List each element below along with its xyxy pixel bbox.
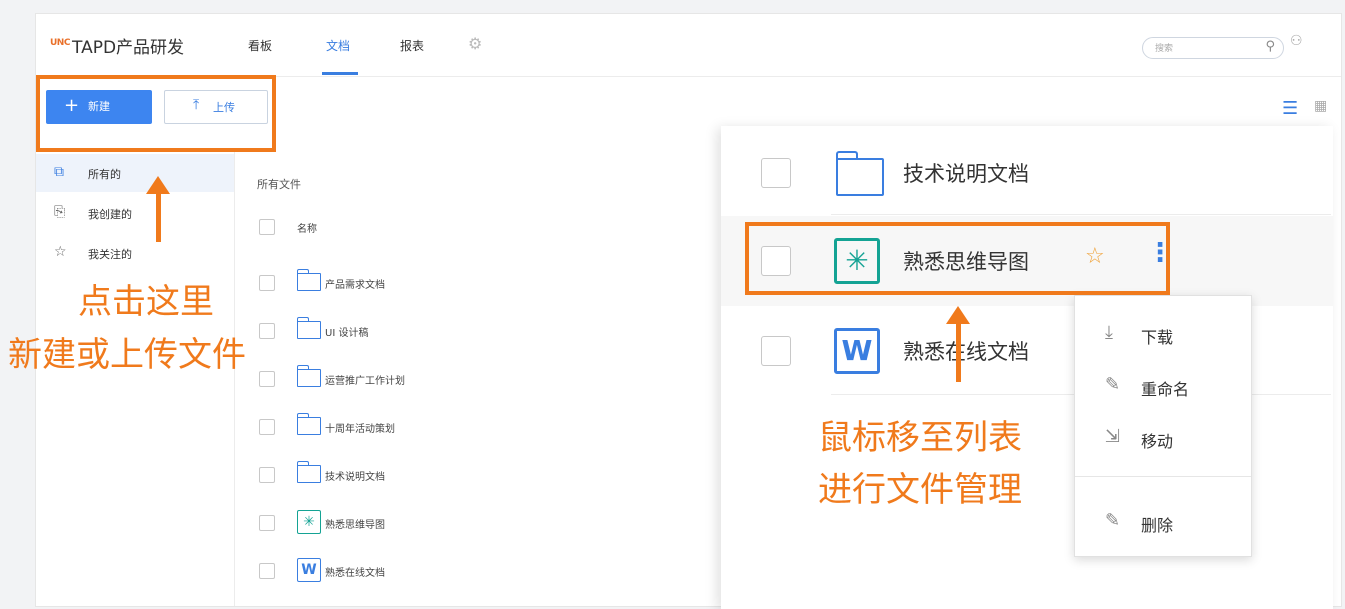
top-bar: UNC TAPD产品研发 看板 文档 报表 ⚙ 搜索 ⚲ ⚇	[36, 14, 1341, 77]
tab-board[interactable]: 看板	[248, 37, 272, 54]
mindmap-icon: ✳	[297, 510, 321, 534]
file-name[interactable]: 熟悉在线文档	[325, 564, 385, 579]
row-checkbox[interactable]	[259, 467, 275, 483]
row-checkbox[interactable]	[259, 275, 275, 291]
arrow-shaft	[956, 322, 961, 382]
folder-icon	[296, 365, 321, 387]
search-icon[interactable]: ⚲	[1265, 39, 1275, 54]
menu-divider	[1075, 476, 1251, 477]
menu-item-rename[interactable]: ✎ 重命名	[1075, 366, 1251, 406]
active-tab-indicator	[322, 72, 358, 75]
menu-item-label: 移动	[1141, 432, 1174, 451]
highlight-new-upload	[36, 75, 276, 152]
sidebar: ⧉ 所有的 ⎘ 我创建的 ☆ 我关注的	[36, 152, 235, 606]
file-name[interactable]: 产品需求文档	[325, 276, 385, 291]
sidebar-item-label: 我创建的	[88, 208, 132, 221]
sidebar-item-label: 我关注的	[88, 248, 132, 261]
column-header-name[interactable]: 名称	[297, 220, 317, 235]
sidebar-item-created[interactable]: ⎘ 我创建的	[36, 194, 234, 232]
download-icon: ⤓	[1105, 322, 1113, 343]
file-name[interactable]: 熟悉思维导图	[325, 516, 385, 531]
project-title[interactable]: TAPD产品研发	[72, 33, 184, 58]
gear-icon[interactable]: ⚙	[468, 34, 482, 53]
table-row[interactable]: UI 设计稿	[235, 306, 735, 354]
word-doc-icon: W	[297, 558, 321, 582]
create-doc-icon: ⎘	[54, 204, 66, 220]
menu-item-label: 下载	[1141, 328, 1174, 347]
highlight-hover-row	[745, 222, 1170, 295]
list-item[interactable]: 技术说明文档	[721, 126, 1333, 216]
sidebar-item-followed[interactable]: ☆ 我关注的	[36, 234, 234, 272]
edit-icon: ✎	[1105, 374, 1121, 395]
star-icon: ☆	[54, 244, 67, 260]
folder-icon	[296, 269, 321, 291]
file-name[interactable]: 运营推广工作计划	[325, 372, 405, 387]
row-checkbox[interactable]	[259, 563, 275, 579]
row-checkbox[interactable]	[259, 323, 275, 339]
file-name[interactable]: 十周年活动策划	[325, 420, 395, 435]
row-checkbox[interactable]	[761, 336, 791, 366]
select-all-checkbox[interactable]	[259, 219, 275, 235]
folder-icon	[296, 413, 321, 435]
annotation-hover-list: 鼠标移至列表	[818, 418, 1022, 458]
sidebar-item-all[interactable]: ⧉ 所有的	[36, 154, 234, 192]
row-checkbox[interactable]	[259, 515, 275, 531]
annotation-click-here: 点击这里	[78, 282, 214, 322]
table-row[interactable]: 运营推广工作计划	[235, 354, 735, 402]
file-name[interactable]: UI 设计稿	[325, 324, 368, 339]
row-checkbox[interactable]	[259, 371, 275, 387]
table-row[interactable]: ✳ 熟悉思维导图	[235, 498, 735, 546]
table-row[interactable]: 技术说明文档	[235, 450, 735, 498]
menu-item-delete[interactable]: ✎ 删除	[1075, 502, 1251, 542]
row-checkbox[interactable]	[259, 419, 275, 435]
tab-reports[interactable]: 报表	[400, 37, 424, 54]
logo-badge: UNC	[50, 38, 70, 48]
table-row[interactable]: 产品需求文档	[235, 258, 735, 306]
context-menu: ⤓ 下载 ✎ 重命名 ⇲ 移动 ✎ 删除	[1074, 295, 1252, 557]
file-name[interactable]: 技术说明文档	[325, 468, 385, 483]
row-divider	[831, 214, 1331, 215]
menu-item-label: 重命名	[1141, 380, 1190, 399]
menu-item-move[interactable]: ⇲ 移动	[1075, 418, 1251, 458]
table-header: 名称	[235, 202, 735, 250]
arrow-shaft	[156, 192, 161, 242]
table-row[interactable]: 十周年活动策划	[235, 402, 735, 450]
list-view-icon[interactable]: ☰	[1282, 98, 1298, 119]
annotation-manage-files: 进行文件管理	[818, 470, 1022, 510]
tab-documents[interactable]: 文档	[326, 37, 350, 54]
annotation-new-or-upload: 新建或上传文件	[8, 335, 246, 375]
menu-item-download[interactable]: ⤓ 下载	[1075, 314, 1251, 354]
search-placeholder: 搜索	[1155, 44, 1174, 54]
file-name[interactable]: 技术说明文档	[903, 158, 1029, 188]
folder-icon	[296, 317, 321, 339]
delete-icon: ✎	[1105, 510, 1121, 531]
file-name[interactable]: 熟悉在线文档	[903, 336, 1029, 366]
user-icon[interactable]: ⚇	[1290, 33, 1303, 49]
folder-icon	[296, 461, 321, 483]
table-row[interactable]: W 熟悉在线文档	[235, 546, 735, 594]
menu-item-label: 删除	[1141, 516, 1174, 535]
search-input[interactable]: 搜索 ⚲	[1142, 37, 1284, 59]
breadcrumb[interactable]: 所有文件	[257, 176, 301, 192]
document-stack-icon: ⧉	[54, 164, 64, 180]
folder-icon	[835, 151, 884, 196]
move-icon: ⇲	[1105, 426, 1121, 447]
sidebar-item-label: 所有的	[88, 168, 121, 181]
word-doc-icon: W	[834, 328, 880, 374]
row-checkbox[interactable]	[761, 158, 791, 188]
grid-view-icon[interactable]: ▦	[1314, 98, 1327, 114]
